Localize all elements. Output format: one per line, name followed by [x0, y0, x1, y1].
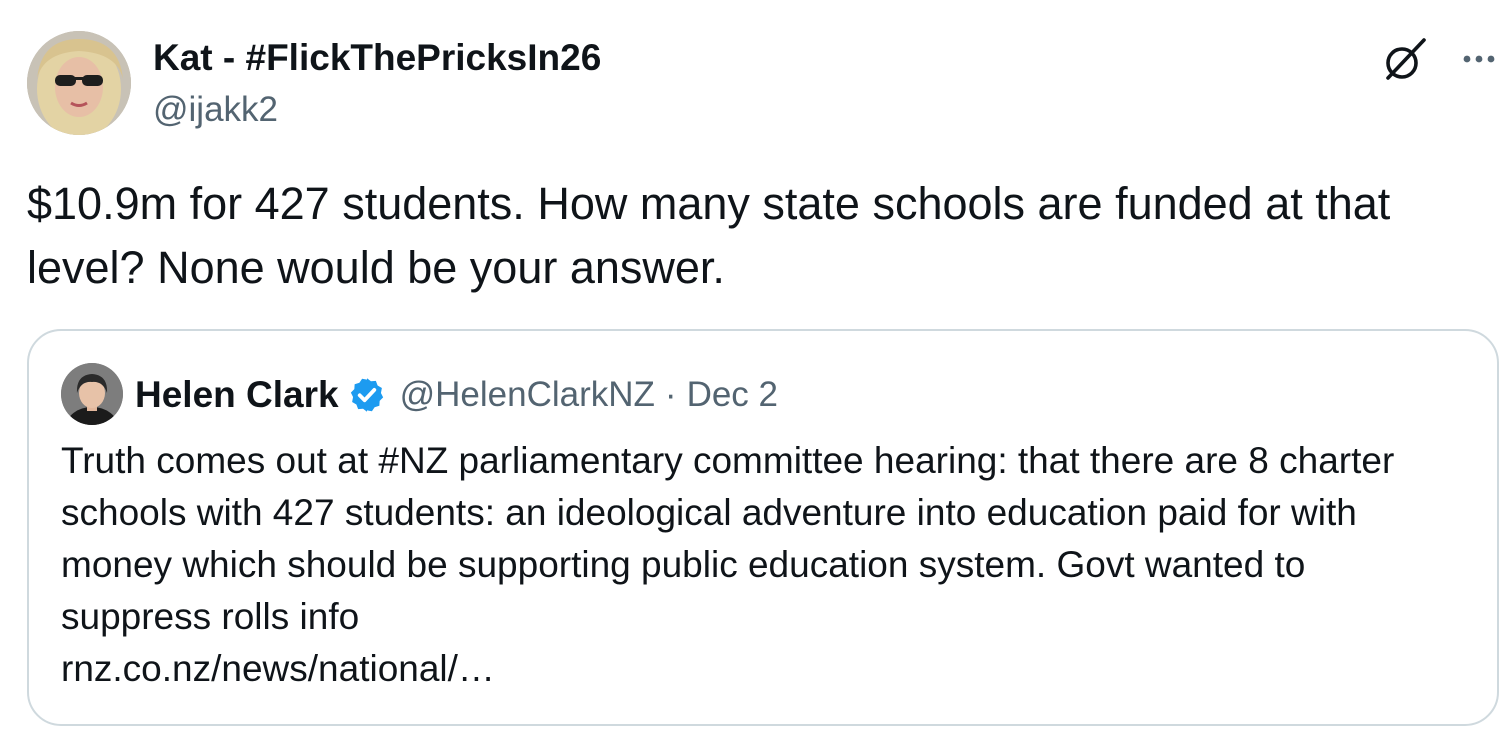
quoted-date[interactable]: Dec 2: [687, 375, 778, 415]
quoted-tweet-link[interactable]: rnz.co.nz/news/national/…: [61, 643, 495, 695]
quoted-author-handle[interactable]: @HelenClarkNZ: [400, 375, 655, 415]
grok-icon: [1386, 38, 1426, 80]
separator-dot: ·: [664, 375, 677, 414]
author-avatar[interactable]: [27, 31, 131, 135]
quoted-tweet-text: Truth comes out at #NZ parliamentary com…: [61, 440, 1395, 637]
quoted-author-avatar[interactable]: [61, 363, 123, 425]
quoted-author-display-name[interactable]: Helen Clark: [135, 374, 339, 416]
profile-photo: [27, 31, 131, 135]
tweet[interactable]: Kat - #FlickThePricksIn26 @ijakk2 $10.9m…: [0, 0, 1512, 756]
author-handle[interactable]: @ijakk2: [153, 88, 278, 132]
grok-button[interactable]: [1380, 34, 1430, 84]
quoted-tweet[interactable]: Helen Clark @HelenClarkNZ · Dec 2 Truth …: [27, 329, 1499, 726]
quoted-header: Helen Clark @HelenClarkNZ · Dec 2: [135, 367, 778, 423]
more-options-button[interactable]: [1455, 44, 1505, 74]
author-display-name[interactable]: Kat - #FlickThePricksIn26: [153, 36, 601, 80]
tweet-text: $10.9m for 427 students. How many state …: [27, 178, 1391, 293]
verified-badge-icon: [350, 378, 383, 412]
more-horizontal-icon: [1463, 55, 1495, 63]
profile-photo: [61, 363, 123, 425]
